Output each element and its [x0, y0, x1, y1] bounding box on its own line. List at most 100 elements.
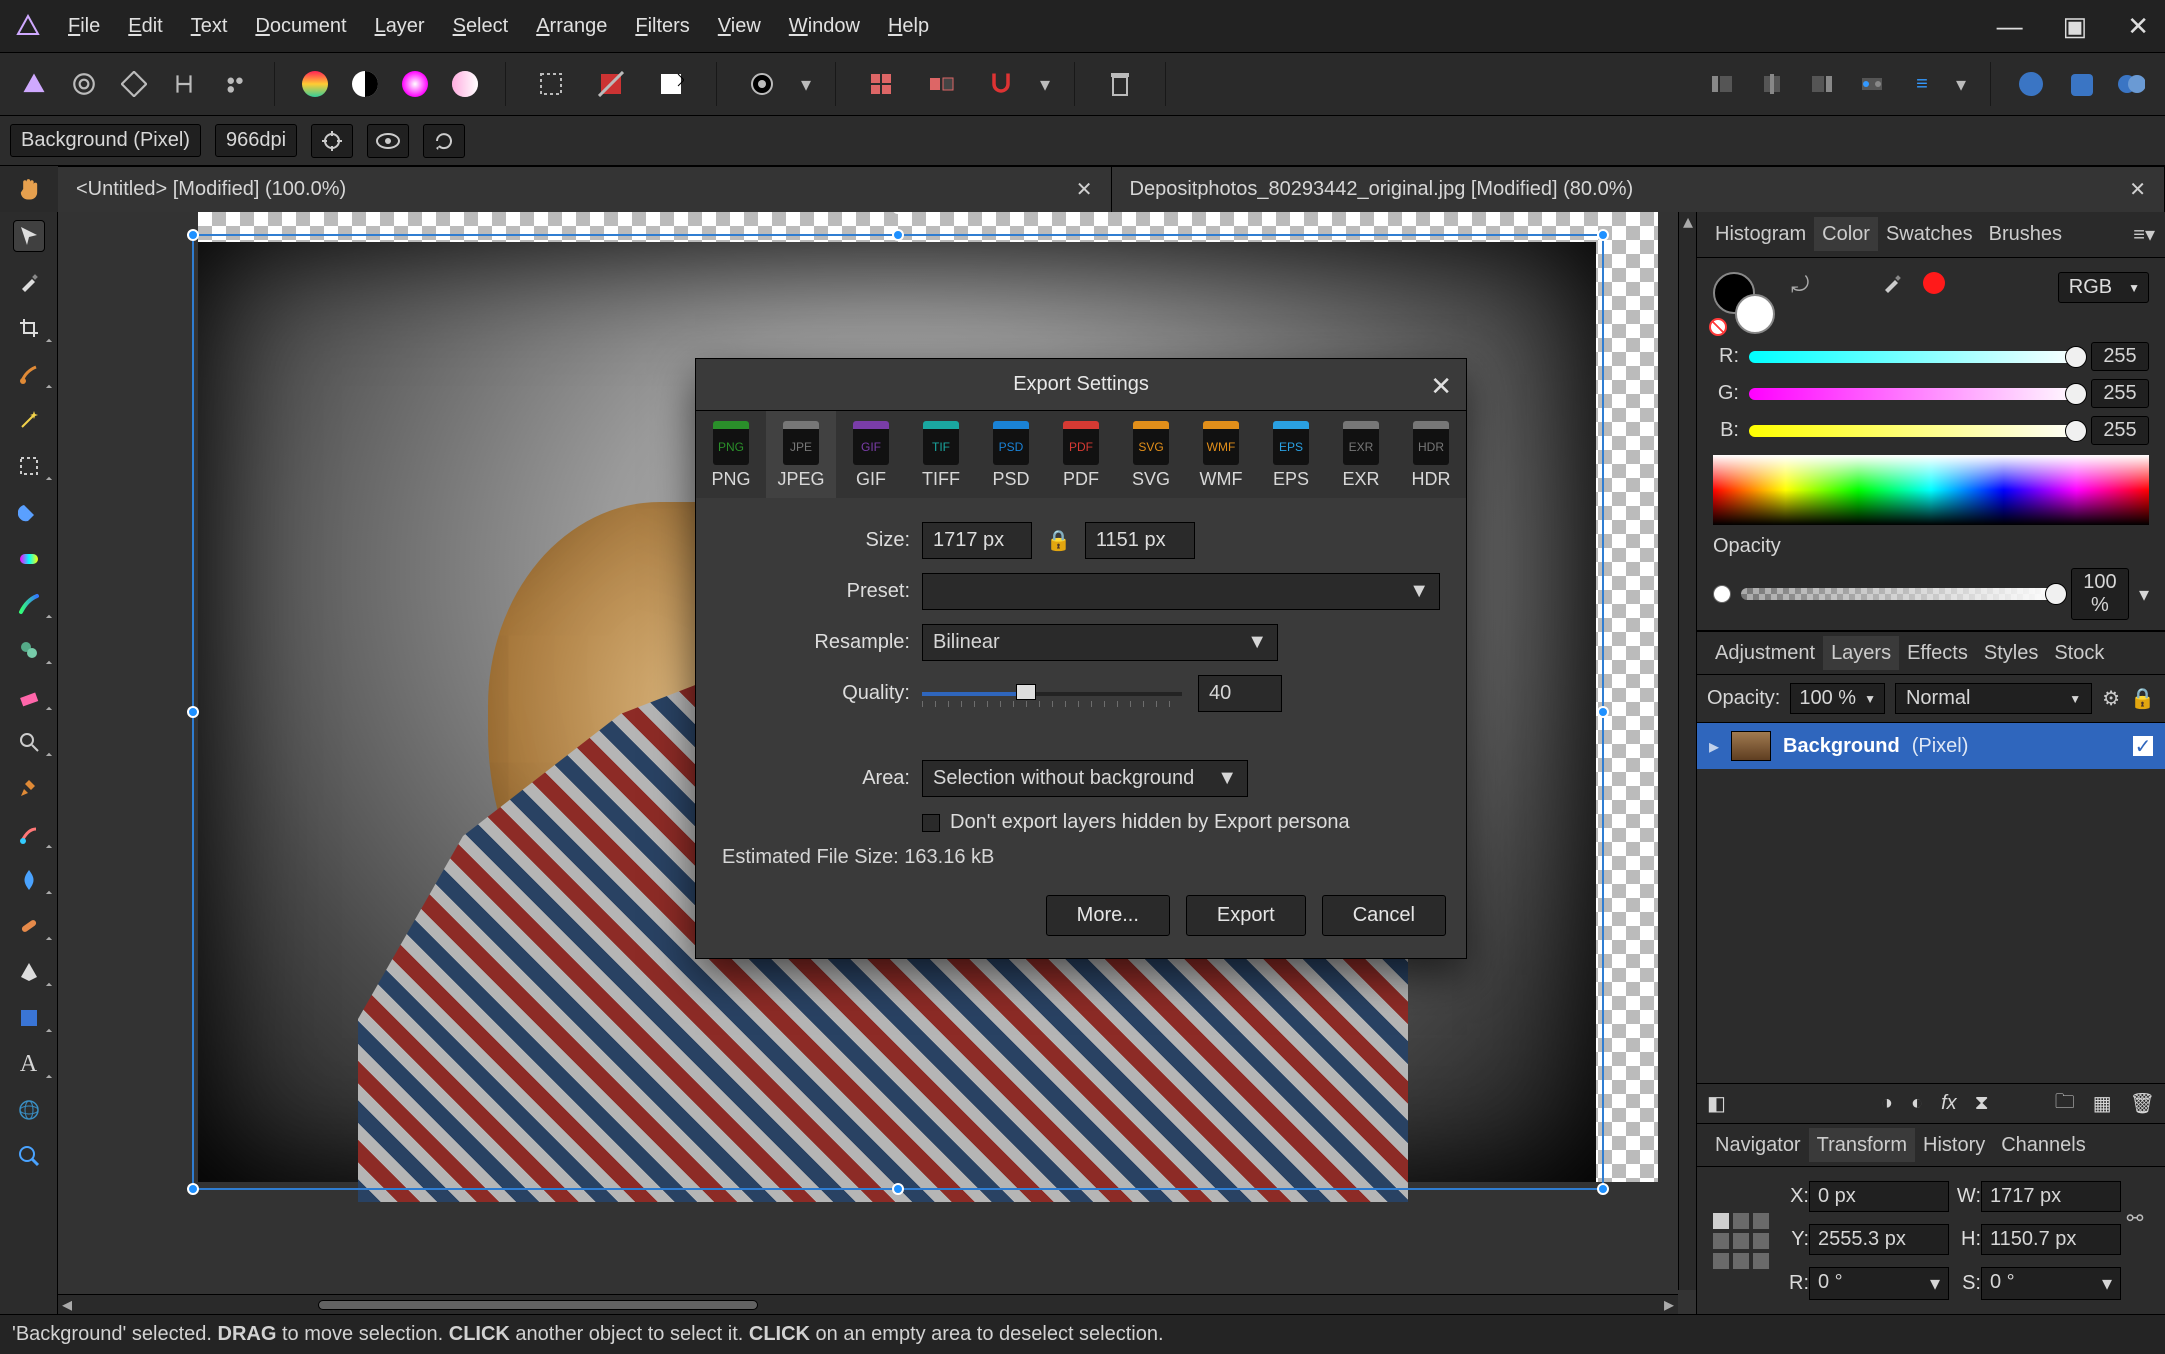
lock-icon[interactable]: 🔒 — [2130, 686, 2155, 711]
anchor-point-widget[interactable] — [1713, 1213, 1769, 1269]
foreground-swatch[interactable] — [1735, 294, 1775, 334]
chevron-down-icon[interactable]: ▾ — [1040, 72, 1050, 97]
document-tab-2[interactable]: Depositphotos_80293442_original.jpg [Mod… — [1112, 166, 2165, 212]
chevron-down-icon[interactable]: ▾ — [1930, 1271, 1940, 1296]
mask-icon[interactable]: ◑ — [1881, 1092, 1893, 1115]
flood-fill-icon[interactable] — [13, 496, 45, 528]
format-tab-hdr[interactable]: HDRHDR — [1396, 411, 1466, 498]
chevron-down-icon[interactable]: ▾ — [801, 72, 811, 97]
align-left-icon[interactable] — [1706, 68, 1738, 100]
menu-layer[interactable]: Layer — [375, 15, 425, 37]
channel-value[interactable]: 255 — [2091, 342, 2149, 371]
menu-text[interactable]: Text — [191, 15, 228, 37]
zoom-blur-icon[interactable] — [13, 726, 45, 758]
window-close-icon[interactable]: ✕ — [2127, 11, 2149, 42]
assistant-icon[interactable] — [2015, 68, 2047, 100]
opacity-slider[interactable] — [1741, 588, 2061, 600]
slider-thumb[interactable] — [2065, 420, 2087, 442]
tab-stock[interactable]: Stock — [2046, 636, 2112, 670]
scroll-up-icon[interactable]: ▴ — [1679, 212, 1697, 230]
pen-tool-icon[interactable] — [13, 956, 45, 988]
gear-icon[interactable]: ⚙ — [2102, 686, 2120, 711]
clone-tool-icon[interactable] — [13, 634, 45, 666]
arrange-horizontal-icon[interactable] — [920, 68, 962, 100]
h-field[interactable]: 1150.7 px — [1981, 1224, 2121, 1255]
chevron-down-icon[interactable]: ▾ — [1956, 72, 1966, 97]
blur-tool-icon[interactable] — [13, 864, 45, 896]
menu-edit[interactable]: Edit — [128, 15, 162, 37]
resize-handle[interactable] — [1597, 1183, 1609, 1195]
resize-handle[interactable] — [892, 1183, 904, 1195]
size-height-input[interactable]: 1151 px — [1085, 522, 1195, 559]
develop-persona-icon[interactable] — [118, 68, 150, 100]
panel-menu-icon[interactable]: ≡▾ — [2133, 222, 2155, 247]
slider-thumb[interactable] — [2065, 346, 2087, 368]
tab-channels[interactable]: Channels — [1993, 1128, 2094, 1162]
zoom-tool-icon[interactable] — [13, 1140, 45, 1172]
smudge-tool-icon[interactable] — [13, 818, 45, 850]
tab-histogram[interactable]: Histogram — [1707, 217, 1814, 251]
w-field[interactable]: 1717 px — [1981, 1181, 2121, 1212]
close-icon[interactable]: ✕ — [1076, 177, 1093, 202]
chevron-down-icon[interactable]: ▸ — [1709, 734, 1719, 759]
format-tab-gif[interactable]: GIFGIF — [836, 411, 906, 498]
lock-icon[interactable]: 🔒 — [1046, 528, 1071, 553]
menu-filters[interactable]: Filters — [635, 15, 689, 37]
eyedropper-icon[interactable] — [1881, 272, 1903, 294]
selection-invert-icon[interactable] — [590, 68, 632, 100]
photo-persona-icon[interactable] — [18, 68, 50, 100]
slider-thumb[interactable] — [2065, 383, 2087, 405]
tab-effects[interactable]: Effects — [1899, 636, 1976, 670]
tone-map-persona-icon[interactable] — [168, 68, 200, 100]
marquee-tool-icon[interactable] — [13, 450, 45, 482]
snapping-icon[interactable] — [980, 68, 1022, 100]
tab-styles[interactable]: Styles — [1976, 636, 2046, 670]
link-wh-icon[interactable]: ⚯ — [2121, 1206, 2149, 1231]
vertical-scrollbar[interactable]: ▴ — [1678, 212, 1696, 1290]
opacity-value[interactable]: 100 % — [2071, 568, 2129, 620]
close-icon[interactable]: ✕ — [1430, 371, 1452, 402]
chevron-down-icon[interactable]: ▾ — [2139, 582, 2149, 607]
resize-handle[interactable] — [1597, 706, 1609, 718]
cancel-button[interactable]: Cancel — [1322, 895, 1446, 936]
move-tool-icon[interactable] — [13, 220, 45, 252]
new-layer-icon[interactable]: ▦ — [2093, 1091, 2112, 1116]
tab-layers[interactable]: Layers — [1823, 636, 1899, 670]
liquify-persona-icon[interactable] — [68, 68, 100, 100]
format-tab-pdf[interactable]: PDFPDF — [1046, 411, 1116, 498]
gradient-tool-icon[interactable] — [13, 542, 45, 574]
dontexport-checkbox[interactable] — [922, 814, 940, 832]
text-tool-icon[interactable]: A — [13, 1048, 45, 1080]
menu-document[interactable]: Document — [255, 15, 346, 37]
window-maximize-icon[interactable]: ▣ — [2063, 11, 2088, 42]
selection-refine-icon[interactable] — [650, 68, 692, 100]
color-mode-select[interactable]: RGB ▼ — [2058, 272, 2149, 303]
align-right-icon[interactable] — [1806, 68, 1838, 100]
menu-help[interactable]: Help — [888, 15, 929, 37]
tab-history[interactable]: History — [1915, 1128, 1993, 1162]
format-tab-tiff[interactable]: TIFTIFF — [906, 411, 976, 498]
slider-thumb[interactable] — [1016, 684, 1036, 700]
tab-color[interactable]: Color — [1814, 217, 1878, 251]
layer-row[interactable]: ▸ Background (Pixel) ✓ — [1697, 723, 2165, 769]
menu-file[interactable]: File — [68, 15, 100, 37]
format-tab-wmf[interactable]: WMFWMF — [1186, 411, 1256, 498]
resample-select[interactable]: Bilinear ▼ — [922, 624, 1278, 661]
format-tab-exr[interactable]: EXREXR — [1326, 411, 1396, 498]
magic-wand-icon[interactable] — [13, 404, 45, 436]
r-field[interactable]: 0 °▾ — [1809, 1267, 1949, 1300]
chevron-down-icon[interactable]: ▾ — [2102, 1271, 2112, 1296]
gradient-map-icon[interactable] — [299, 68, 331, 100]
swap-swatches-icon[interactable]: ⤾ — [1791, 272, 1809, 298]
cycle-icon[interactable] — [423, 124, 465, 158]
tab-swatches[interactable]: Swatches — [1878, 217, 1981, 251]
document-tab-1[interactable]: <Untitled> [Modified] (100.0%) ✕ — [58, 166, 1112, 212]
paragraph-icon[interactable]: ≡ — [1906, 68, 1938, 100]
format-tab-psd[interactable]: PSDPSD — [976, 411, 1046, 498]
format-tab-svg[interactable]: SVGSVG — [1116, 411, 1186, 498]
channel-value[interactable]: 255 — [2091, 379, 2149, 408]
brush-tool-icon[interactable] — [13, 358, 45, 390]
healing-tool-icon[interactable] — [13, 910, 45, 942]
channel-slider[interactable] — [1749, 351, 2081, 363]
black-white-icon[interactable] — [349, 68, 381, 100]
